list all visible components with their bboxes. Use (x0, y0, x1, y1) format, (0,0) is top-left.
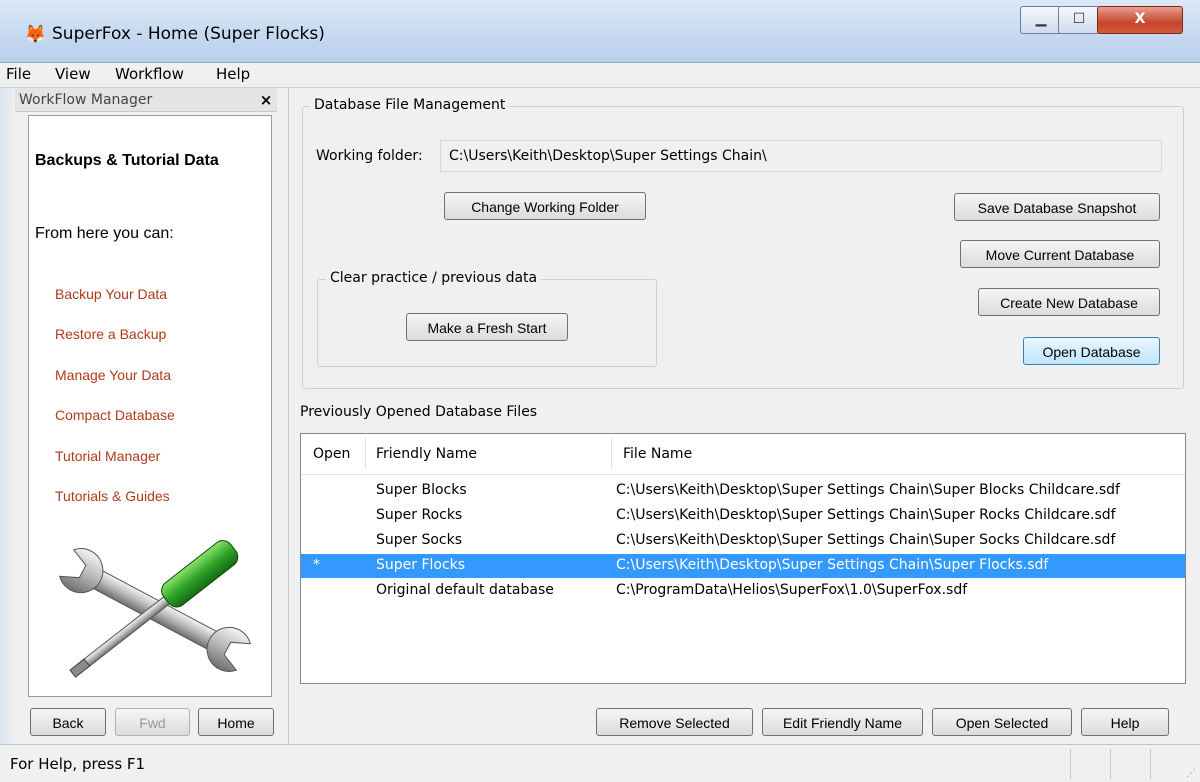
table-row[interactable]: Super Rocks C:\Users\Keith\Desktop\Super… (301, 504, 1185, 528)
cell-friendly-name: Super Socks (376, 532, 463, 548)
previous-files-label: Previously Opened Database Files (300, 404, 538, 420)
table-row-selected[interactable]: * Super Flocks C:\Users\Keith\Desktop\Su… (301, 554, 1185, 578)
menu-file[interactable]: File (6, 65, 31, 83)
menu-workflow[interactable]: Workflow (115, 65, 184, 83)
open-database-button[interactable]: Open Database (1023, 337, 1160, 365)
column-separator[interactable] (365, 438, 366, 468)
status-text: For Help, press F1 (10, 755, 146, 773)
move-current-database-button[interactable]: Move Current Database (960, 240, 1160, 268)
cell-friendly-name: Original default database (376, 582, 554, 598)
cell-friendly-name: Super Flocks (376, 557, 466, 573)
minimize-button[interactable]: ▁ (1020, 6, 1062, 34)
column-separator[interactable] (611, 438, 612, 468)
status-separator (1110, 749, 1111, 779)
sidebar-subtitle: From here you can: (35, 225, 174, 242)
table-row[interactable]: Super Blocks C:\Users\Keith\Desktop\Supe… (301, 479, 1185, 503)
close-button[interactable]: X (1097, 6, 1183, 34)
column-header-open[interactable]: Open (313, 446, 350, 462)
sidebar-link-tutorials-guides[interactable]: Tutorials & Guides (55, 488, 170, 504)
sidebar-link-tutorial-manager[interactable]: Tutorial Manager (55, 448, 160, 464)
cell-friendly-name: Super Blocks (376, 482, 467, 498)
sidebar-link-manage[interactable]: Manage Your Data (55, 367, 171, 383)
db-mgmt-group-label: Database File Management (310, 97, 510, 113)
cell-file-name: C:\Users\Keith\Desktop\Super Settings Ch… (616, 482, 1120, 498)
cell-friendly-name: Super Rocks (376, 507, 463, 523)
maximize-button[interactable]: ☐ (1058, 6, 1100, 34)
cell-file-name: C:\Users\Keith\Desktop\Super Settings Ch… (616, 507, 1116, 523)
working-folder-field: C:\Users\Keith\Desktop\Super Settings Ch… (440, 140, 1162, 172)
column-header-file-name[interactable]: File Name (623, 446, 692, 462)
remove-selected-button[interactable]: Remove Selected (596, 708, 753, 736)
window-title: SuperFox - Home (Super Flocks) (52, 24, 325, 44)
home-button[interactable]: Home (198, 708, 274, 736)
cell-open: * (313, 557, 320, 573)
table-row[interactable]: Super Socks C:\Users\Keith\Desktop\Super… (301, 529, 1185, 553)
sidebar-header: WorkFlow Manager (15, 88, 277, 112)
status-bar: For Help, press F1 ⋰ (0, 744, 1200, 782)
menu-bar: File View Workflow Help (0, 63, 1200, 88)
create-new-database-button[interactable]: Create New Database (978, 288, 1160, 316)
column-header-friendly-name[interactable]: Friendly Name (376, 446, 477, 462)
table-row[interactable]: Original default database C:\ProgramData… (301, 579, 1185, 603)
open-selected-button[interactable]: Open Selected (932, 708, 1072, 736)
working-folder-label: Working folder: (316, 148, 423, 164)
sidebar-link-compact[interactable]: Compact Database (55, 407, 175, 423)
sidebar-link-restore[interactable]: Restore a Backup (55, 326, 166, 342)
resize-grip-icon[interactable]: ⋰ (1186, 768, 1196, 779)
app-window: 🦊 SuperFox - Home (Super Flocks) ▁ ☐ X F… (0, 0, 1200, 782)
make-fresh-start-button[interactable]: Make a Fresh Start (406, 313, 568, 341)
status-separator (1070, 749, 1071, 779)
fox-icon: 🦊 (24, 24, 47, 45)
edit-friendly-name-button[interactable]: Edit Friendly Name (762, 708, 923, 736)
menu-help[interactable]: Help (216, 65, 250, 83)
left-edge (0, 88, 15, 744)
wrench-screwdriver-icon (45, 525, 265, 695)
title-bar: 🦊 SuperFox - Home (Super Flocks) ▁ ☐ X (0, 0, 1200, 63)
status-separator (1150, 749, 1151, 779)
splitter[interactable] (288, 88, 289, 744)
list-header: Open Friendly Name File Name (301, 434, 1185, 475)
previous-files-list[interactable]: Open Friendly Name File Name Super Block… (300, 433, 1186, 684)
back-button[interactable]: Back (30, 708, 106, 736)
save-database-snapshot-button[interactable]: Save Database Snapshot (954, 193, 1160, 221)
cell-file-name: C:\Users\Keith\Desktop\Super Settings Ch… (616, 532, 1116, 548)
fwd-button[interactable]: Fwd (115, 708, 190, 736)
cell-file-name: C:\Users\Keith\Desktop\Super Settings Ch… (616, 557, 1049, 573)
clear-data-group-label: Clear practice / previous data (326, 270, 542, 286)
sidebar-link-backup[interactable]: Backup Your Data (55, 286, 167, 302)
close-icon[interactable]: × (258, 92, 274, 108)
cell-file-name: C:\ProgramData\Helios\SuperFox\1.0\Super… (616, 582, 968, 598)
change-working-folder-button[interactable]: Change Working Folder (444, 192, 646, 220)
sidebar-title: Backups & Tutorial Data (35, 152, 219, 169)
menu-view[interactable]: View (55, 65, 91, 83)
help-button[interactable]: Help (1081, 708, 1169, 736)
